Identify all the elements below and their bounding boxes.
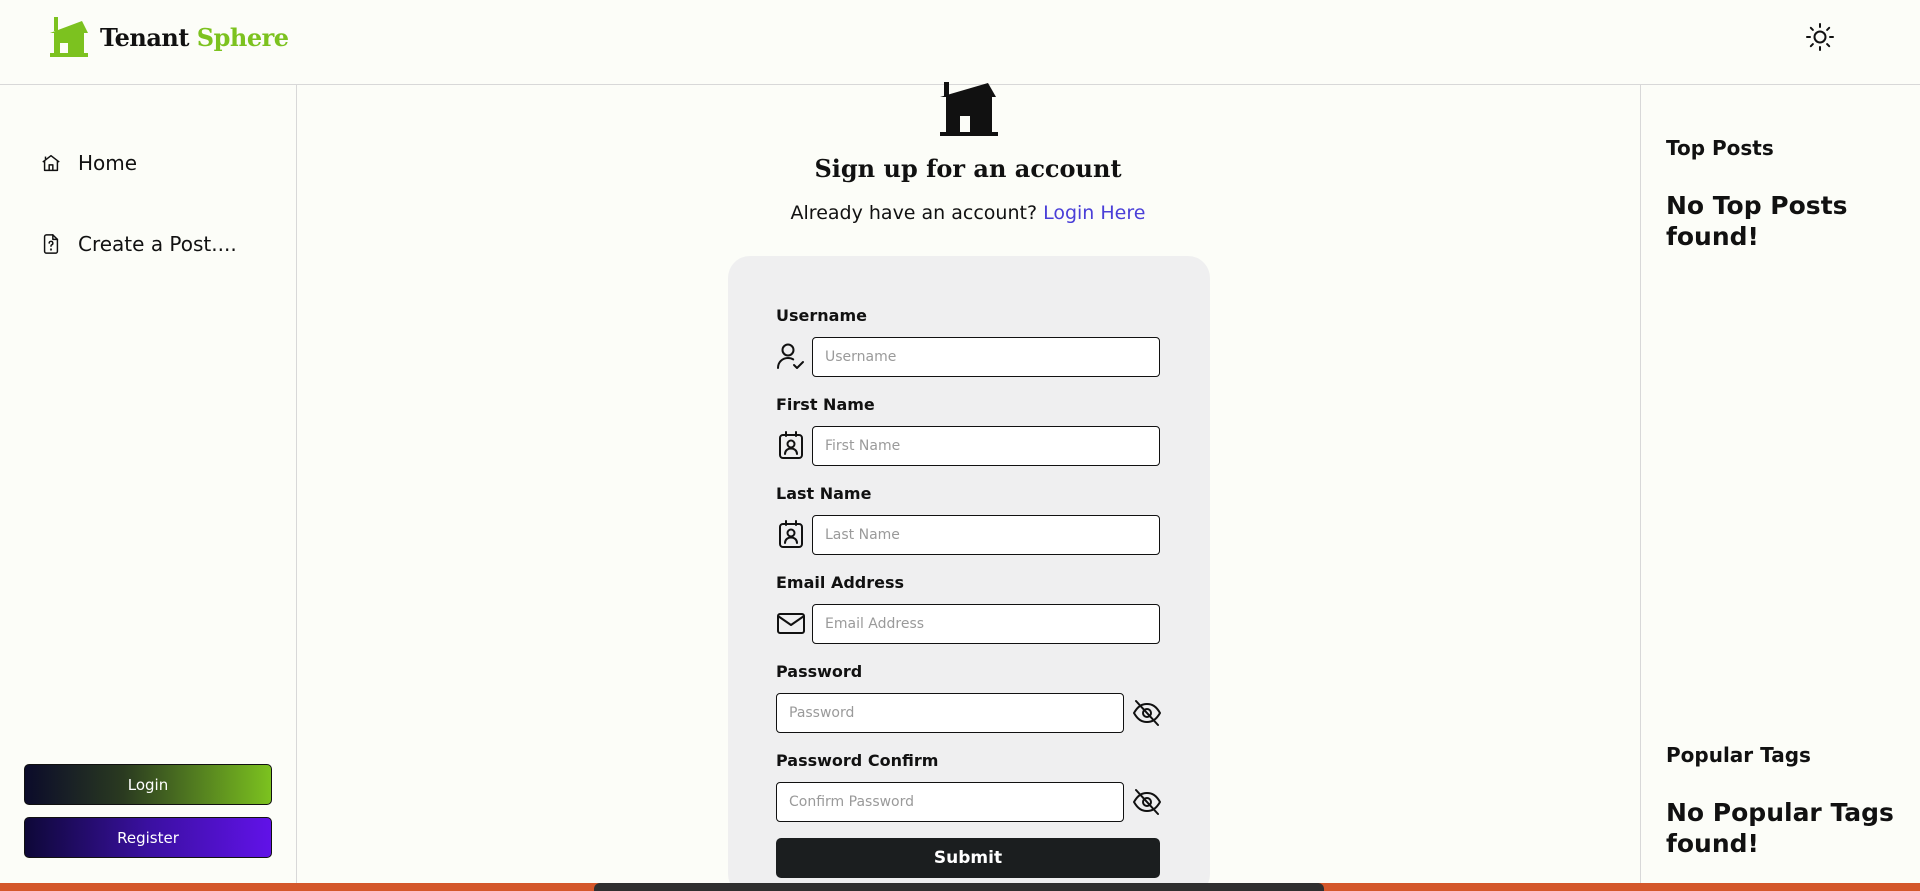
username-input[interactable] [812, 337, 1160, 377]
login-button[interactable]: Login [24, 764, 272, 805]
username-label: Username [776, 306, 867, 325]
password-label: Password [776, 662, 863, 681]
brand-logo[interactable]: Tenant Sphere [48, 17, 289, 57]
brand-name: Tenant Sphere [100, 23, 289, 52]
popular-tags-empty-message: No Popular Tags found! [1666, 798, 1894, 858]
email-input[interactable] [812, 604, 1160, 644]
login-here-link[interactable]: Login Here [1043, 202, 1145, 224]
password-input[interactable] [776, 693, 1124, 733]
brand-name-part2: Sphere [188, 22, 289, 52]
last-name-label: Last Name [776, 484, 872, 503]
dock [594, 883, 1324, 891]
mail-icon [777, 613, 805, 634]
first-name-input[interactable] [812, 426, 1160, 466]
contact-card-icon [779, 431, 803, 459]
password-confirm-label: Password Confirm [776, 751, 939, 770]
house-icon [940, 82, 998, 136]
brand-name-part1: Tenant [100, 22, 189, 52]
file-question-icon [43, 234, 59, 254]
sun-icon[interactable] [1805, 22, 1835, 52]
popular-tags-heading: Popular Tags [1666, 743, 1811, 767]
submit-button[interactable]: Submit [776, 838, 1160, 878]
header: Tenant Sphere [0, 0, 1920, 85]
taskbar [0, 883, 1920, 891]
page-title: Sign up for an account [814, 154, 1122, 183]
user-check-icon [777, 343, 804, 369]
eye-off-icon[interactable] [1132, 787, 1162, 817]
eye-off-icon[interactable] [1132, 698, 1162, 728]
subtitle-text: Already have an account? [790, 202, 1038, 224]
register-button[interactable]: Register [24, 817, 272, 858]
contact-card-icon [779, 520, 803, 548]
last-name-input[interactable] [812, 515, 1160, 555]
house-icon [50, 17, 88, 57]
sidebar-item-label: Create a Post.... [78, 232, 237, 256]
signup-form: Username First Name Last Name Email Addr… [728, 256, 1210, 891]
subtitle: Already have an account? Login Here [0, 202, 1920, 224]
password-confirm-input[interactable] [776, 782, 1124, 822]
first-name-label: First Name [776, 395, 875, 414]
sidebar-item-create-post[interactable]: Create a Post.... [40, 232, 237, 256]
email-label: Email Address [776, 573, 905, 592]
